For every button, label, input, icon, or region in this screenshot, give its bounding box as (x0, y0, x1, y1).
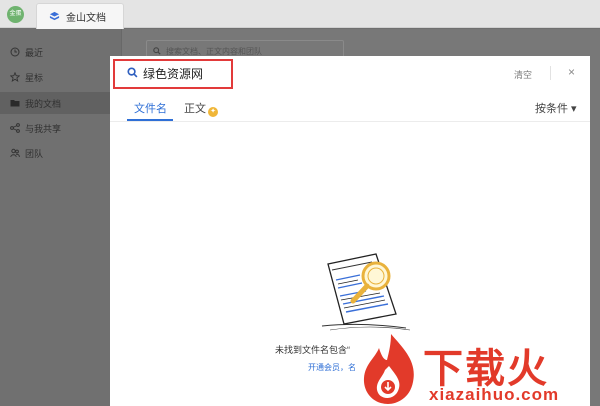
search-tabs: 文件名 正文 ✦ 按条件 ▾ (110, 90, 590, 122)
vip-upgrade-link[interactable]: 开通会员，名 (308, 362, 356, 373)
share-icon (10, 123, 20, 133)
watermark-url: xiazaihuo.com (429, 385, 560, 404)
sidebar-item-shared[interactable]: 与我共享 (0, 117, 122, 139)
tab-filename[interactable]: 文件名 (134, 100, 167, 116)
tab-content[interactable]: 正文 ✦ (184, 100, 218, 117)
title-bar: 金蛋 金山文档 (0, 0, 600, 29)
divider (550, 66, 551, 80)
folder-icon (10, 100, 20, 107)
clock-icon (10, 47, 20, 57)
sidebar-item-starred[interactable]: 星标 (0, 66, 122, 88)
tab-kingsoft-docs[interactable]: 金山文档 (36, 3, 124, 29)
sidebar-item-label: 最近 (25, 47, 44, 58)
close-button[interactable]: × (568, 65, 575, 79)
empty-result-illustration (321, 253, 411, 331)
flame-logo-icon (363, 334, 414, 404)
star-icon (10, 72, 20, 82)
avatar[interactable]: 金蛋 (7, 6, 24, 23)
search-input[interactable]: 绿色资源网 (143, 65, 203, 82)
sidebar: 最近 星标 我的文档 与我共享 团队 (0, 29, 122, 406)
search-icon (127, 67, 138, 78)
tab-content-label: 正文 (184, 103, 206, 115)
clear-button[interactable]: 清空 (514, 68, 532, 81)
search-bar: 绿色资源网 清空 × (110, 56, 590, 90)
sidebar-item-recent[interactable]: 最近 (0, 41, 122, 63)
sidebar-item-label: 与我共享 (25, 123, 62, 134)
sidebar-item-label: 星标 (25, 72, 44, 83)
sidebar-item-my-docs[interactable]: 我的文档 (0, 92, 122, 114)
team-icon (10, 148, 20, 158)
sidebar-item-label: 我的文档 (25, 98, 62, 109)
background-search-placeholder: 搜索文档、正文内容和团队 (166, 46, 262, 56)
active-tab-indicator (127, 119, 173, 121)
watermark: 下载火 xiazaihuo.com (355, 330, 600, 406)
docs-logo-icon (49, 11, 60, 21)
vip-icon: ✦ (208, 107, 218, 117)
filter-dropdown[interactable]: 按条件 ▾ (535, 100, 577, 116)
tab-title: 金山文档 (66, 13, 106, 24)
sidebar-item-team[interactable]: 团队 (0, 142, 122, 164)
search-icon (153, 47, 161, 55)
sidebar-item-label: 团队 (25, 148, 44, 159)
empty-result-message: 未找到文件名包含“ (275, 345, 350, 355)
